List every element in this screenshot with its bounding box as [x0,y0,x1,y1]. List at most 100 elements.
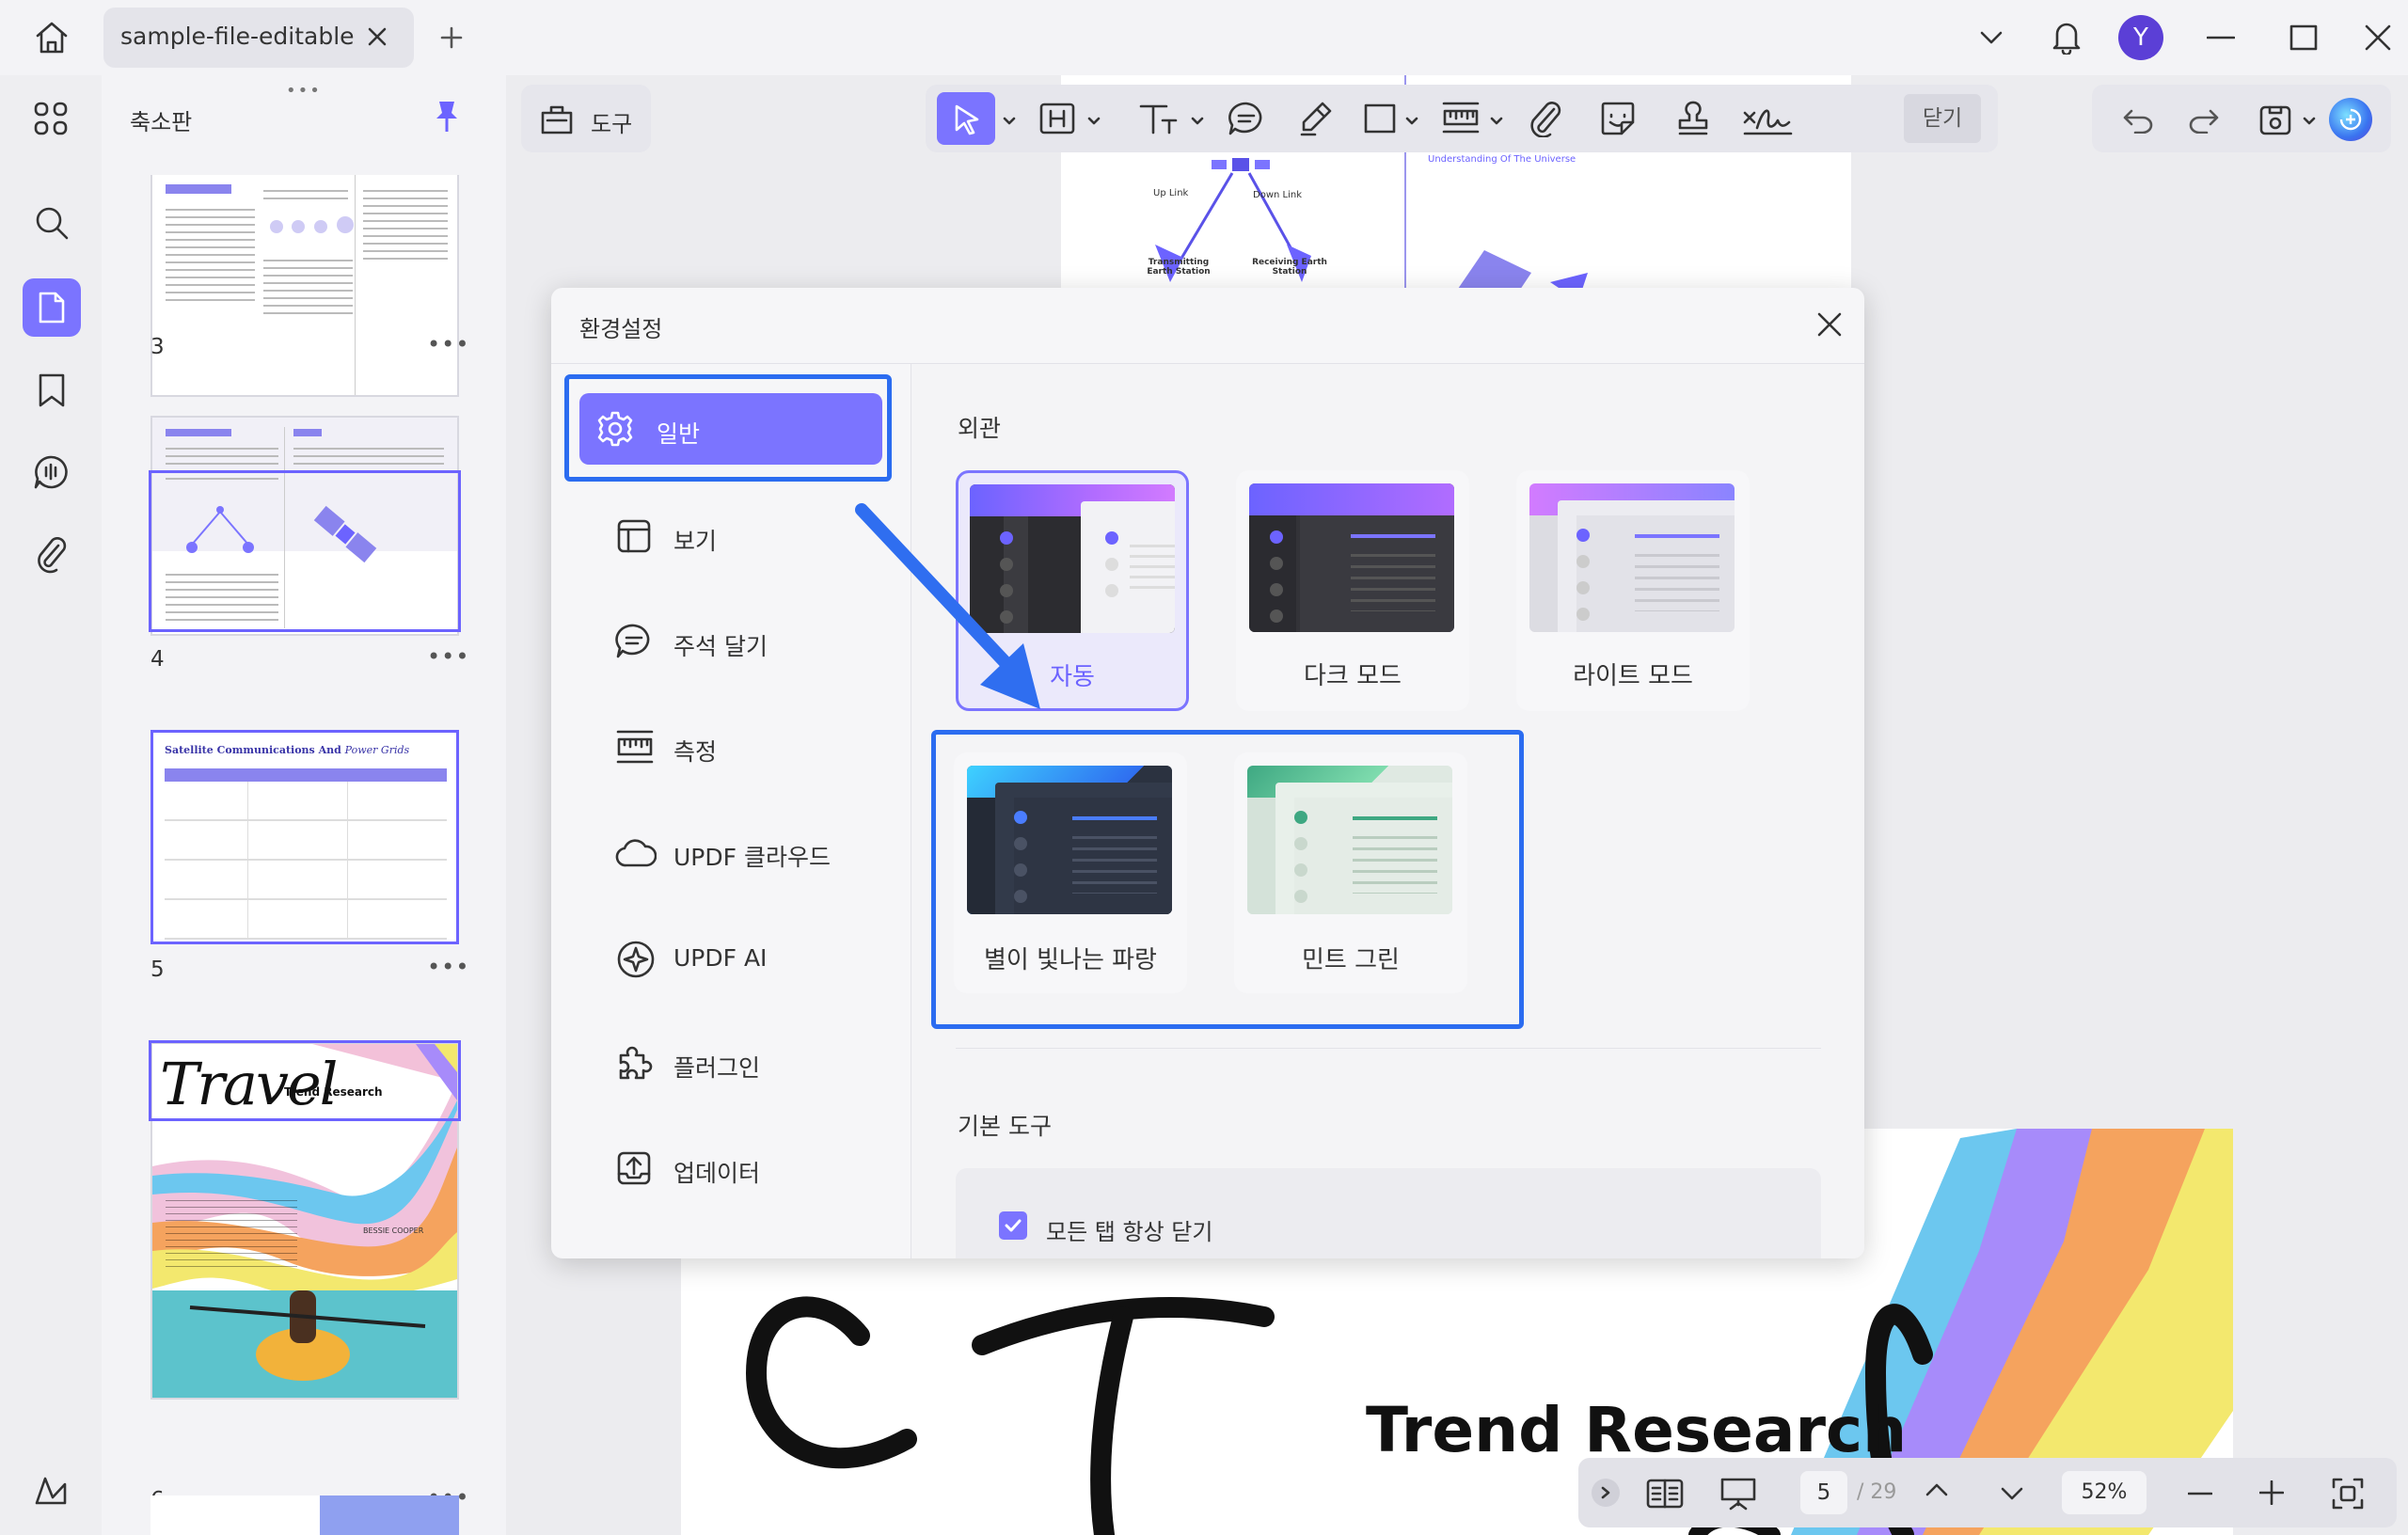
nav-item-cloud[interactable]: UPDF 클라우드 [589,820,899,886]
ai-icon [617,941,655,978]
thumb-5-heading-b: Power Grids [344,744,410,756]
nav-item-measure[interactable]: 측정 [589,715,899,781]
page-number-5: 5 [150,957,165,982]
annotation-toolbar: 닫기 [926,85,1998,152]
zoom-in-icon[interactable] [2259,1480,2284,1505]
update-icon [617,1151,651,1185]
page-number-input[interactable]: 5 [1800,1471,1847,1514]
signature-tool-icon[interactable] [1742,100,1793,137]
measure-tool-icon[interactable] [1441,100,1481,135]
previous-page-icon[interactable] [1925,1482,1949,1497]
theme-preview-light [1529,483,1735,632]
nav-label-general: 일반 [657,420,701,448]
nav-item-updater[interactable]: 업데이터 [589,1136,899,1202]
dialog-close-icon[interactable] [1817,312,1842,337]
tab-list-chevron-icon[interactable] [1979,30,2004,45]
attachment-icon[interactable] [36,534,68,574]
page-number-3: 3 [150,335,165,359]
bottom-navigation-bar: 5 / 29 52% [1578,1458,2397,1527]
always-close-tabs-checkbox[interactable] [999,1211,1027,1240]
home-icon[interactable] [34,21,70,55]
page-5-more-icon[interactable]: ••• [427,954,469,980]
page-5-title: Trend Research [1366,1394,1908,1466]
notification-bell-icon[interactable] [2051,19,2083,55]
total-pages: / 29 [1857,1480,1897,1504]
close-tab-icon[interactable] [367,26,388,47]
tutorial-arrow-icon [855,503,1040,709]
zoom-level-field[interactable]: 52% [2062,1471,2147,1514]
save-icon[interactable] [2258,102,2293,137]
page-4-more-icon[interactable]: ••• [427,643,469,670]
diagram-caption: Understanding Of The Universe [1428,154,1576,165]
zoom-level: 52% [2081,1480,2128,1504]
redo-icon[interactable] [2188,107,2220,134]
tools-label[interactable]: 도구 [591,105,632,138]
minimize-icon[interactable] [2207,36,2235,40]
layers-icon[interactable] [34,1475,68,1509]
stamp-tool-icon[interactable] [1674,100,1712,137]
document-tab-title: sample-file-editable [120,23,355,50]
nav-label-ai: UPDF AI [673,944,768,972]
thumbnail-page-7[interactable] [150,1495,459,1535]
maximize-icon[interactable] [2289,24,2318,51]
current-page: 5 [1816,1480,1831,1505]
measure-tool-chevron-icon[interactable] [1490,117,1503,126]
default-tools-heading: 기본 도구 [958,1113,1052,1140]
save-chevron-icon[interactable] [2303,117,2316,126]
diagram-up-link: Up Link [1153,188,1189,198]
thumbnail-page-5[interactable]: Satellite Communications And Power Grids [150,730,459,944]
theme-card-dark[interactable]: 다크 모드 [1236,470,1469,711]
nav-item-plugins[interactable]: 플러그인 [589,1031,899,1097]
nav-label-measure: 측정 [673,738,718,766]
rectangle-tool-icon[interactable] [1364,103,1396,134]
heading-tool-icon[interactable] [1038,102,1076,135]
drag-handle[interactable]: ••• [286,81,322,101]
thumbnail-page-4-visible-area [149,470,461,632]
section-divider [956,1048,1821,1049]
layout-icon [617,519,651,553]
text-tool-icon[interactable] [1138,102,1178,135]
select-tool-chevron-icon[interactable] [1003,117,1016,126]
pin-icon[interactable] [435,100,459,134]
theme-preview-dark [1249,483,1454,632]
nav-item-ai[interactable]: UPDF AI [589,926,899,991]
always-close-tabs-label: 모든 탭 항상 닫기 [1046,1219,1213,1245]
page-3-more-icon[interactable]: ••• [427,331,469,357]
undo-icon[interactable] [2122,107,2154,134]
sticker-tool-icon[interactable] [1599,100,1637,137]
updf-ai-orb-icon[interactable] [2329,98,2372,141]
chat-ai-icon[interactable] [32,453,70,491]
rectangle-tool-chevron-icon[interactable] [1405,117,1418,126]
thumbnails-button[interactable] [23,278,81,337]
close-window-icon[interactable] [2365,24,2391,51]
comment-tool-icon[interactable] [1227,100,1266,137]
select-tool-button[interactable] [937,92,995,145]
expand-bar-icon[interactable] [1592,1479,1620,1507]
search-icon[interactable] [34,205,70,241]
theme-card-light[interactable]: 라이트 모드 [1516,470,1750,711]
fit-page-icon[interactable] [2331,1477,2365,1511]
thumbnail-page-6-visible-area [149,1040,461,1121]
grid-icon[interactable] [34,102,68,135]
puzzle-icon [619,1046,653,1080]
next-page-icon[interactable] [2000,1486,2024,1501]
heading-tool-chevron-icon[interactable] [1087,117,1101,126]
theme-card-starry-blue[interactable]: 별이 빛나는 파랑 [954,752,1187,993]
zoom-out-icon[interactable] [2188,1492,2212,1495]
nav-item-general[interactable]: 일반 [579,393,882,465]
theme-card-mint-green[interactable]: 민트 그린 [1234,752,1467,993]
bookmark-icon[interactable] [38,372,66,408]
toolbox-icon[interactable] [540,102,574,135]
page-layout-icon[interactable] [1646,1479,1684,1509]
close-tools-button[interactable]: 닫기 [1904,94,1981,143]
thumbnail-page-3[interactable] [150,175,459,397]
attach-file-tool-icon[interactable] [1528,100,1563,137]
presentation-icon[interactable] [1719,1477,1757,1511]
highlighter-tool-icon[interactable] [1298,100,1334,137]
avatar[interactable]: Y [2118,15,2163,60]
text-tool-chevron-icon[interactable] [1191,117,1204,126]
thumb-5-heading-a: Satellite Communications And [165,744,341,756]
new-tab-icon[interactable] [440,26,463,49]
theme-preview-starry-blue [967,766,1172,914]
theme-label-starry-blue: 별이 빛나는 파랑 [984,946,1157,974]
